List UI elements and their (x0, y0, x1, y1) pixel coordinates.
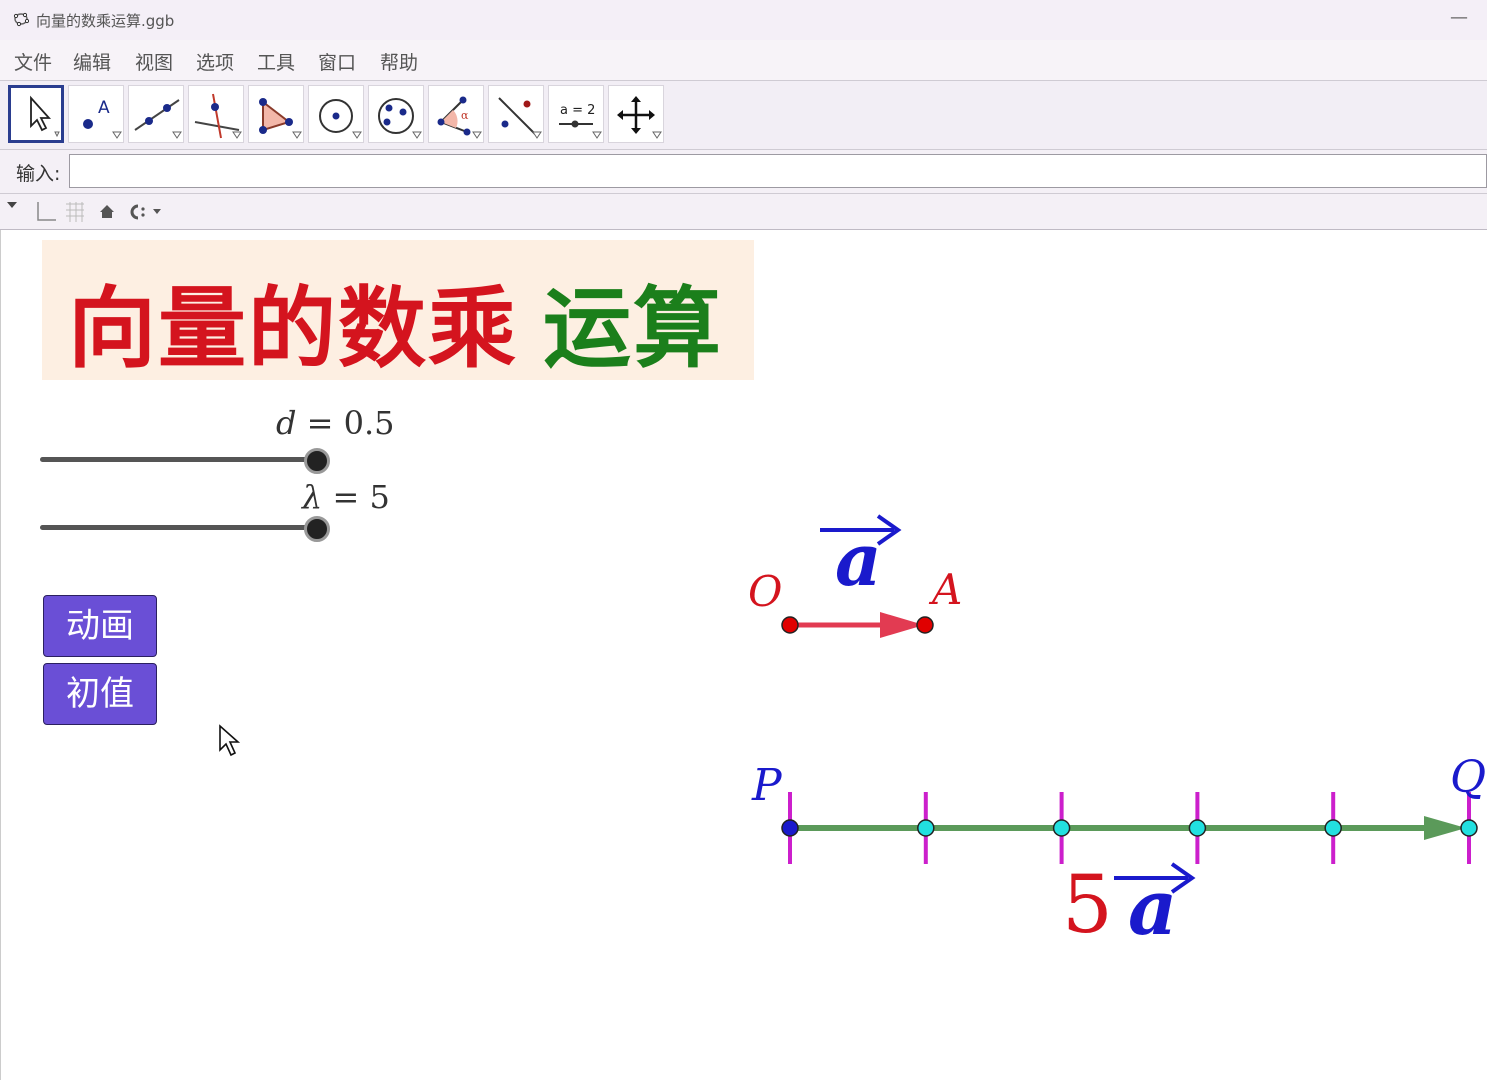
menu-options[interactable]: 选项 (196, 48, 234, 75)
slider-lambda-name: λ (302, 478, 323, 516)
animate-button[interactable]: 动画 (43, 595, 157, 657)
tool-line[interactable] (128, 85, 184, 143)
point-capture-icon[interactable] (130, 204, 161, 220)
tool-polygon[interactable] (248, 85, 304, 143)
slider-tool-text: a = 2 (560, 103, 595, 118)
geogebra-logo-icon (13, 12, 29, 27)
reset-button[interactable]: 初值 (43, 663, 157, 725)
polygon-icon (259, 98, 302, 139)
menu-window[interactable]: 窗口 (318, 48, 356, 75)
reflect-icon (498, 97, 542, 139)
input-label: 输入: (16, 163, 61, 185)
point-a[interactable] (916, 616, 934, 634)
slider-d-knob[interactable] (304, 448, 330, 474)
window-title: 向量的数乘运算.ggb (36, 12, 175, 30)
menu-view[interactable]: 视图 (135, 48, 173, 75)
tool-move-graphics[interactable] (608, 85, 664, 143)
title-text-green: 运算 (543, 276, 724, 380)
slider-d-track[interactable] (40, 457, 318, 462)
tool-angle[interactable]: α (428, 85, 484, 143)
input-field[interactable] (69, 154, 1487, 188)
slider-icon: a = 2 (559, 103, 602, 139)
circle-center-point-icon (319, 99, 362, 139)
title-bar (0, 0, 1487, 40)
line-icon (134, 99, 182, 139)
menu-help[interactable]: 帮助 (380, 48, 418, 75)
tool-circle[interactable] (308, 85, 364, 143)
slider-lambda-label: λ = 5 (302, 478, 390, 516)
point-icon: A (83, 98, 122, 139)
slider-d-value: 0.5 (343, 404, 395, 442)
move-graphics-view-icon (617, 96, 662, 139)
tool-move[interactable] (8, 85, 64, 143)
menu-tools[interactable]: 工具 (257, 48, 295, 75)
tool-conic[interactable] (368, 85, 424, 143)
slider-lambda-track[interactable] (40, 525, 318, 530)
slider-d-name: d (276, 404, 297, 442)
tool-reflect[interactable] (488, 85, 544, 143)
svg-text:A: A (98, 98, 110, 118)
angle-icon: α (437, 96, 482, 139)
style-bar (0, 194, 1487, 230)
style-bar-icons (7, 202, 161, 222)
tool-slider[interactable]: a = 2 (548, 85, 604, 143)
title-text-red: 向量的数乘 (68, 276, 519, 380)
tool-point[interactable]: A (68, 85, 124, 143)
move-pointer-icon (30, 95, 60, 138)
perpendicular-line-icon (194, 93, 242, 139)
mouse-cursor-icon (219, 724, 241, 757)
conic-ellipse-icon (378, 98, 422, 139)
home-icon[interactable] (100, 205, 114, 218)
stylebar-toggle-icon[interactable] (7, 202, 17, 208)
grid-icon[interactable] (66, 202, 84, 222)
menu-file[interactable]: 文件 (14, 48, 52, 75)
point-o[interactable] (781, 616, 799, 634)
axes-icon[interactable] (37, 202, 56, 221)
slider-lambda-knob[interactable] (304, 516, 330, 542)
minimize-button[interactable]: — (1448, 8, 1470, 30)
slider-d-label: d = 0.5 (276, 404, 395, 442)
menu-edit[interactable]: 编辑 (73, 48, 111, 75)
slider-lambda-value: 5 (369, 478, 390, 516)
tool-perpendicular[interactable] (188, 85, 244, 143)
svg-text:α: α (461, 109, 469, 122)
